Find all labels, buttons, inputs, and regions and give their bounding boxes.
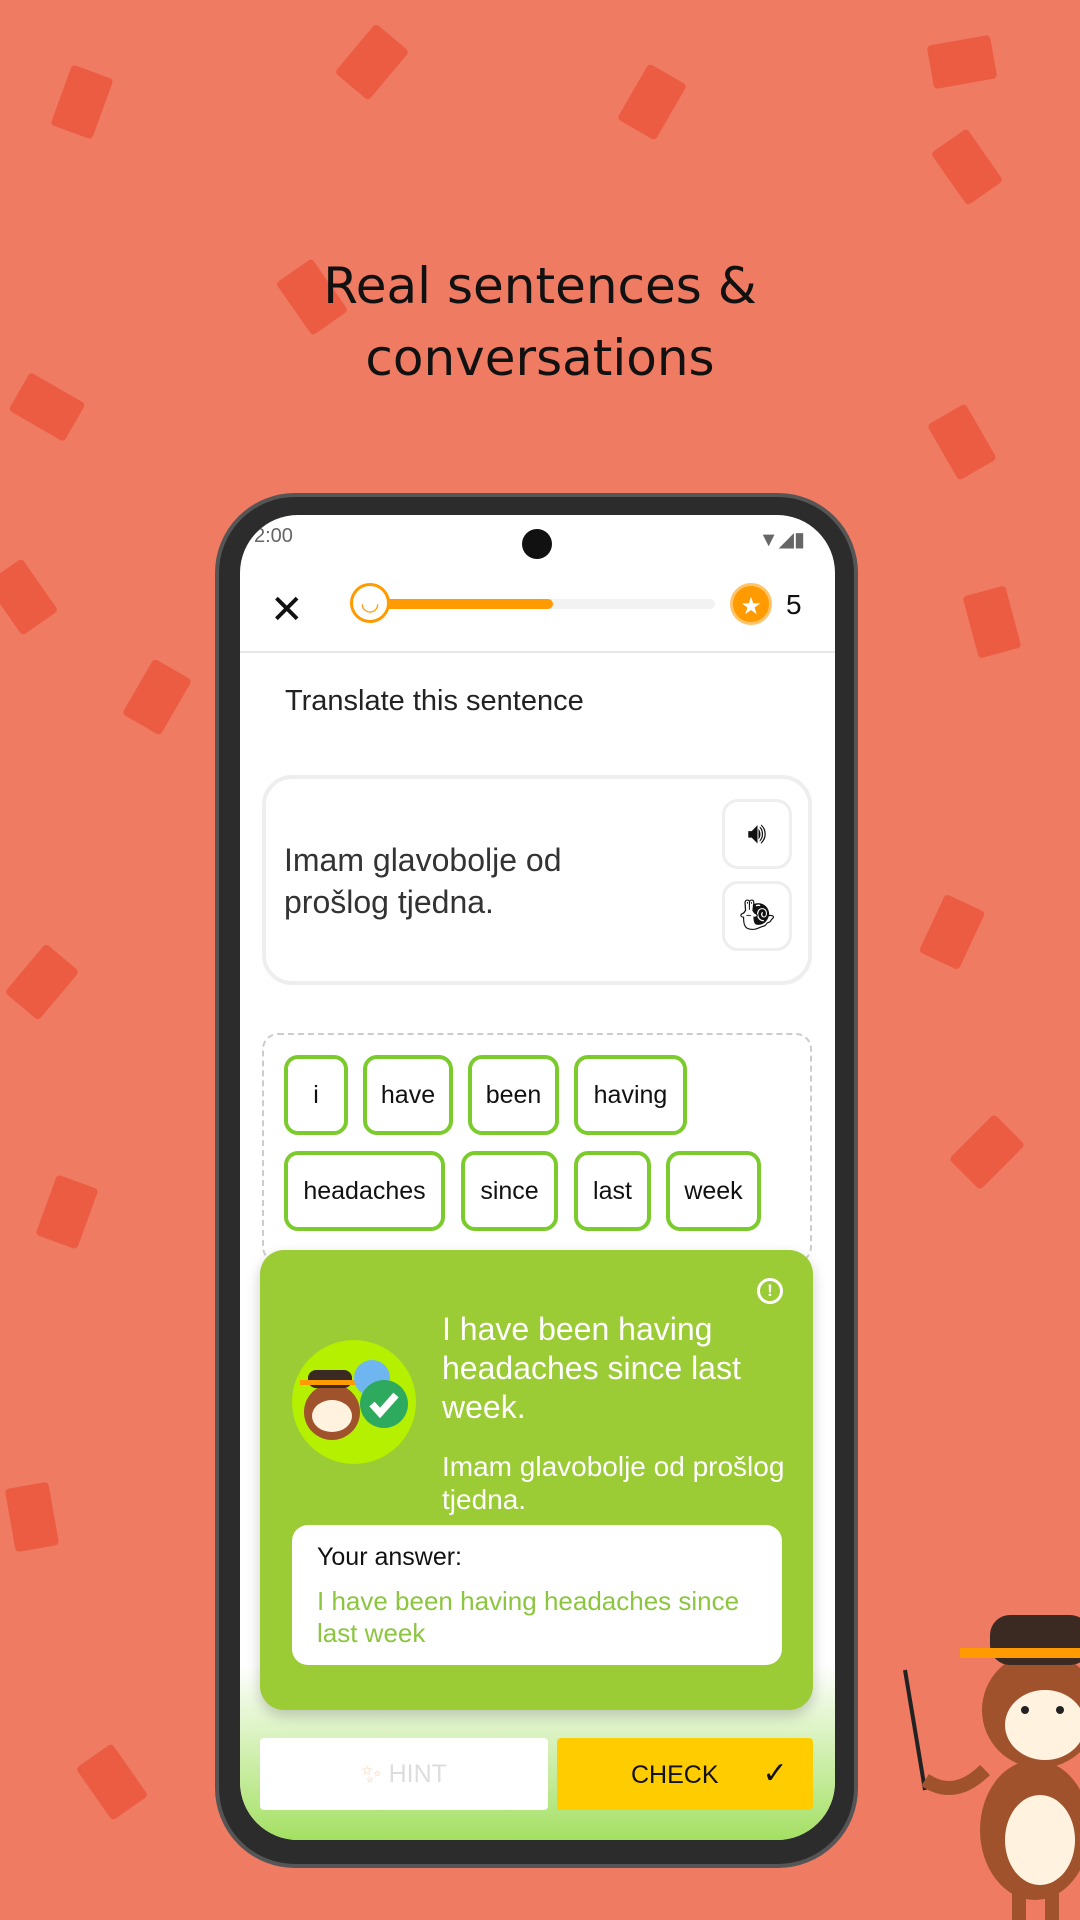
check-label: CHECK (631, 1761, 719, 1789)
exercise-prompt: Translate this sentence (285, 685, 584, 717)
word-chip[interactable]: week (666, 1151, 761, 1231)
check-button[interactable]: CHECK ✓ (557, 1738, 813, 1810)
word-chip[interactable]: i (284, 1055, 348, 1135)
close-icon[interactable]: ✕ (270, 587, 304, 633)
confetti (962, 585, 1022, 659)
answer-label: Your answer: (317, 1543, 462, 1571)
confetti (334, 23, 410, 101)
divider (240, 651, 835, 653)
coin-star-icon: ★ (730, 583, 772, 625)
word-chip[interactable]: been (468, 1055, 559, 1135)
confetti (4, 1481, 60, 1553)
coin-count: 5 (786, 589, 802, 620)
answer-text: I have been having headaches since last … (317, 1586, 740, 1648)
snail-icon: 🐌︎ (737, 899, 777, 932)
progress-bar (355, 599, 715, 609)
monkey-mascot-icon (292, 1340, 416, 1464)
phone-screen: 2:00 ▼◢▮ ✕ ◡ ★ 5 Translate this sentence… (240, 515, 835, 1840)
feedback-card: ! I have been having headaches since las… (260, 1250, 813, 1710)
battery-icon: ▮ (793, 529, 805, 551)
signal-icon: ◢ (778, 529, 794, 551)
slow-audio-button[interactable]: 🐌︎ (722, 881, 792, 951)
word-chip[interactable]: have (363, 1055, 453, 1135)
your-answer-box: Your answer: I have been having headache… (292, 1525, 782, 1665)
original-sentence: Imam glavobolje od prošlog tjedna. (442, 1451, 785, 1515)
monkey-mascot-icon (903, 1615, 1080, 1920)
status-time: 2:00 (254, 525, 293, 547)
word-bank: i have been having headaches since last … (262, 1033, 812, 1263)
word-chip[interactable]: since (461, 1151, 558, 1231)
confetti (926, 34, 998, 90)
word-chip[interactable]: last (574, 1151, 651, 1231)
confetti (75, 1743, 149, 1821)
camera (522, 529, 552, 559)
wifi-icon: ▼ (758, 529, 779, 551)
headline: Real sentences & conversations (0, 250, 1080, 394)
speaker-icon: 🔊︎ (747, 817, 767, 850)
confetti (926, 403, 998, 481)
confetti (4, 943, 80, 1021)
headline-line: Real sentences & (323, 257, 757, 315)
hint-label: HINT (388, 1760, 447, 1788)
headline-line: conversations (365, 329, 715, 387)
confetti (50, 64, 114, 140)
sentence-card: Imam glavobolje od prošlog tjedna. 🔊︎ 🐌︎ (262, 775, 812, 985)
checkmark-icon: ✓ (762, 1757, 788, 1790)
play-audio-button[interactable]: 🔊︎ (722, 799, 792, 869)
confetti (616, 63, 688, 141)
confetti (0, 558, 59, 636)
magic-wand-icon: ✨︎ (361, 1760, 389, 1788)
word-chip[interactable]: headaches (284, 1151, 445, 1231)
confetti (35, 1174, 99, 1250)
confetti (918, 893, 986, 971)
hint-button[interactable]: ✨︎ HINT (260, 1738, 548, 1810)
status-icons: ▼◢▮ (759, 527, 805, 552)
source-sentence: Imam glavobolje od prošlog tjedna. (284, 842, 562, 920)
banana-icon: ◡ (350, 583, 390, 623)
confetti (930, 128, 1004, 206)
confetti (948, 1113, 1026, 1191)
correct-translation: I have been having headaches since last … (442, 1311, 741, 1425)
word-chip[interactable]: having (574, 1055, 687, 1135)
report-icon[interactable]: ! (757, 1278, 783, 1304)
confetti (121, 658, 193, 736)
